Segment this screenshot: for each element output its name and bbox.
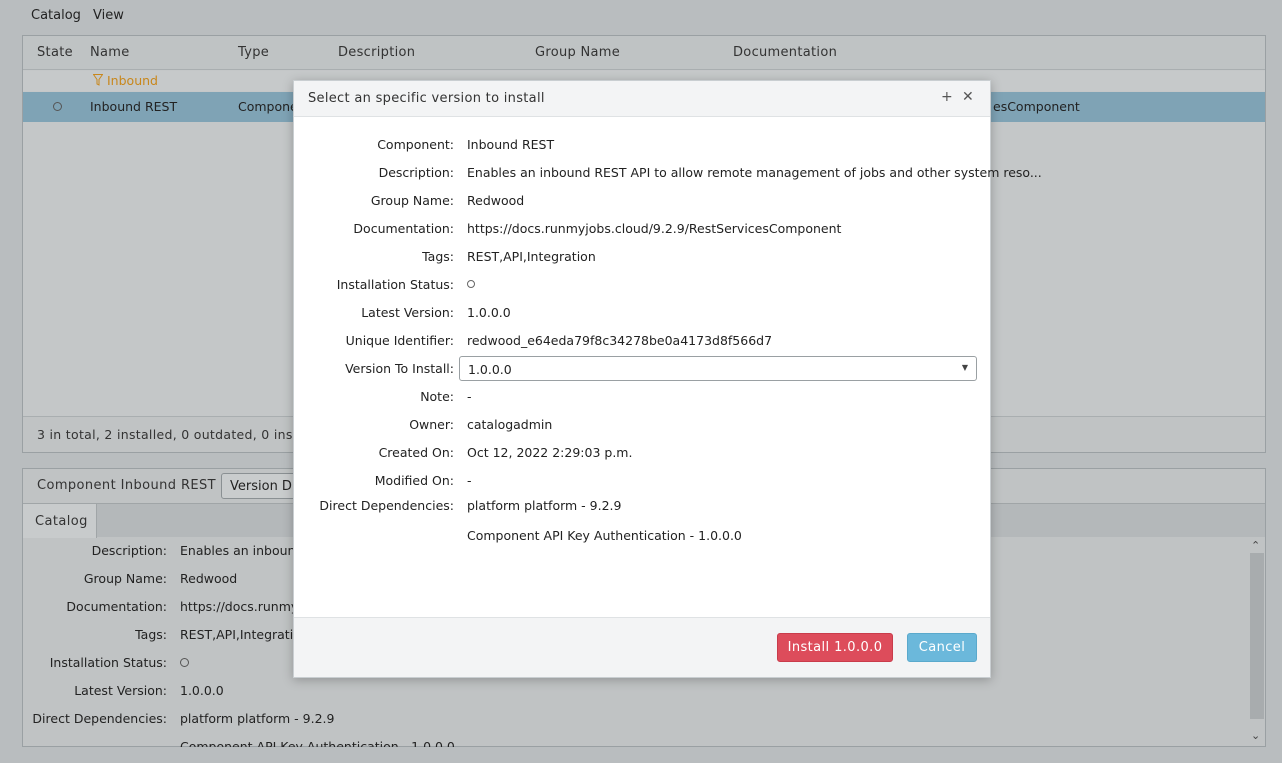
label-description: Description:	[378, 165, 454, 180]
label-group-name: Group Name:	[370, 193, 454, 208]
detail-label-tags: Tags:	[135, 627, 167, 642]
label-modified-on: Modified On:	[374, 473, 454, 488]
detail-cutoff-text: Component API Key Authentication - 1.0.0…	[180, 739, 455, 747]
version-select-value: 1.0.0.0	[468, 362, 512, 377]
menu-view[interactable]: View	[93, 8, 124, 23]
filter-value[interactable]: Inbound	[107, 73, 158, 88]
dialog-header: Select an specific version to install + …	[294, 81, 990, 117]
installation-status-icon	[467, 280, 475, 288]
grid-summary: 3 in total, 2 installed, 0 outdated, 0 i…	[37, 427, 293, 442]
version-select[interactable]: 1.0.0.0 ▼	[459, 356, 977, 381]
maximize-icon[interactable]: +	[941, 89, 953, 105]
state-circle-icon	[53, 102, 62, 111]
dialog-footer: Install 1.0.0.0 Cancel	[294, 617, 990, 677]
dependency-item: Component API Key Authentication - 1.0.0…	[467, 528, 742, 543]
detail-value-documentation[interactable]: https://docs.runmyj	[180, 599, 302, 614]
value-note: -	[467, 389, 472, 404]
value-created-on: Oct 12, 2022 2:29:03 p.m.	[467, 445, 633, 460]
cell-name: Inbound REST	[90, 99, 178, 114]
column-description[interactable]: Description	[338, 45, 415, 60]
grid-header: State Name Type Description Group Name D…	[23, 36, 1265, 70]
detail-label-installation-status: Installation Status:	[49, 655, 167, 670]
value-latest-version: 1.0.0.0	[467, 305, 511, 320]
column-name[interactable]: Name	[90, 45, 130, 60]
chevron-down-icon: ▼	[961, 363, 968, 372]
detail-value-tags: REST,API,Integration	[180, 627, 309, 642]
scroll-thumb[interactable]	[1250, 553, 1264, 719]
dependency-item: platform platform - 9.2.9	[467, 498, 622, 513]
value-tags: REST,API,Integration	[467, 249, 596, 264]
column-documentation[interactable]: Documentation	[733, 45, 837, 60]
detail-title: Component Inbound REST	[37, 478, 216, 493]
label-note: Note:	[420, 389, 454, 404]
menu-catalog[interactable]: Catalog	[31, 8, 81, 23]
value-group-name: Redwood	[467, 193, 525, 208]
value-modified-on: -	[467, 473, 472, 488]
detail-value-group: Redwood	[180, 571, 238, 586]
value-documentation[interactable]: https://docs.runmyjobs.cloud/9.2.9/RestS…	[467, 221, 841, 236]
menu-bar: Catalog View	[0, 0, 1282, 34]
detail-label-latest-version: Latest Version:	[74, 683, 167, 698]
install-button[interactable]: Install 1.0.0.0	[777, 633, 893, 662]
detail-value-description: Enables an inbound	[180, 543, 304, 558]
label-component: Component:	[377, 137, 454, 152]
tab-catalog[interactable]: Catalog	[23, 504, 97, 538]
detail-cutoff-row: Component API Key Authentication - 1.0.0…	[180, 739, 480, 747]
detail-label-description: Description:	[91, 543, 167, 558]
value-unique-identifier: redwood_e64eda79f8c34278be0a4173d8f566d7	[467, 333, 773, 348]
value-owner: catalogadmin	[467, 417, 553, 432]
column-state[interactable]: State	[37, 45, 73, 60]
cell-documentation: esComponent	[993, 99, 1080, 114]
dialog-title: Select an specific version to install	[308, 91, 545, 106]
value-description: Enables an inbound REST API to allow rem…	[467, 165, 1042, 180]
column-group-name[interactable]: Group Name	[535, 45, 620, 60]
label-owner: Owner:	[409, 417, 454, 432]
label-tags: Tags:	[422, 249, 454, 264]
label-direct-dependencies: Direct Dependencies:	[319, 498, 454, 513]
detail-value-latest-version: 1.0.0.0	[180, 683, 224, 698]
detail-value-dependencies: platform platform - 9.2.9	[180, 711, 335, 726]
label-created-on: Created On:	[378, 445, 454, 460]
label-unique-identifier: Unique Identifier:	[345, 333, 454, 348]
label-latest-version: Latest Version:	[361, 305, 454, 320]
value-component: Inbound REST	[467, 137, 555, 152]
detail-label-group: Group Name:	[83, 571, 167, 586]
detail-label-dependencies: Direct Dependencies:	[32, 711, 167, 726]
filter-icon	[93, 74, 103, 86]
column-type[interactable]: Type	[238, 45, 269, 60]
label-installation-status: Installation Status:	[336, 277, 454, 292]
cell-type: Compone	[238, 99, 298, 114]
installation-status-icon	[180, 658, 189, 667]
detail-label-documentation: Documentation:	[66, 599, 167, 614]
label-version-to-install: Version To Install:	[345, 361, 454, 376]
cancel-button[interactable]: Cancel	[907, 633, 977, 662]
install-dialog: Select an specific version to install + …	[293, 80, 1042, 678]
scroll-up-icon[interactable]: ⌃	[1251, 539, 1260, 552]
detail-scrollbar[interactable]: ⌃ ⌄	[1249, 539, 1264, 745]
scroll-down-icon[interactable]: ⌄	[1251, 729, 1260, 742]
close-icon[interactable]: ✕	[962, 89, 974, 105]
label-documentation: Documentation:	[353, 221, 454, 236]
